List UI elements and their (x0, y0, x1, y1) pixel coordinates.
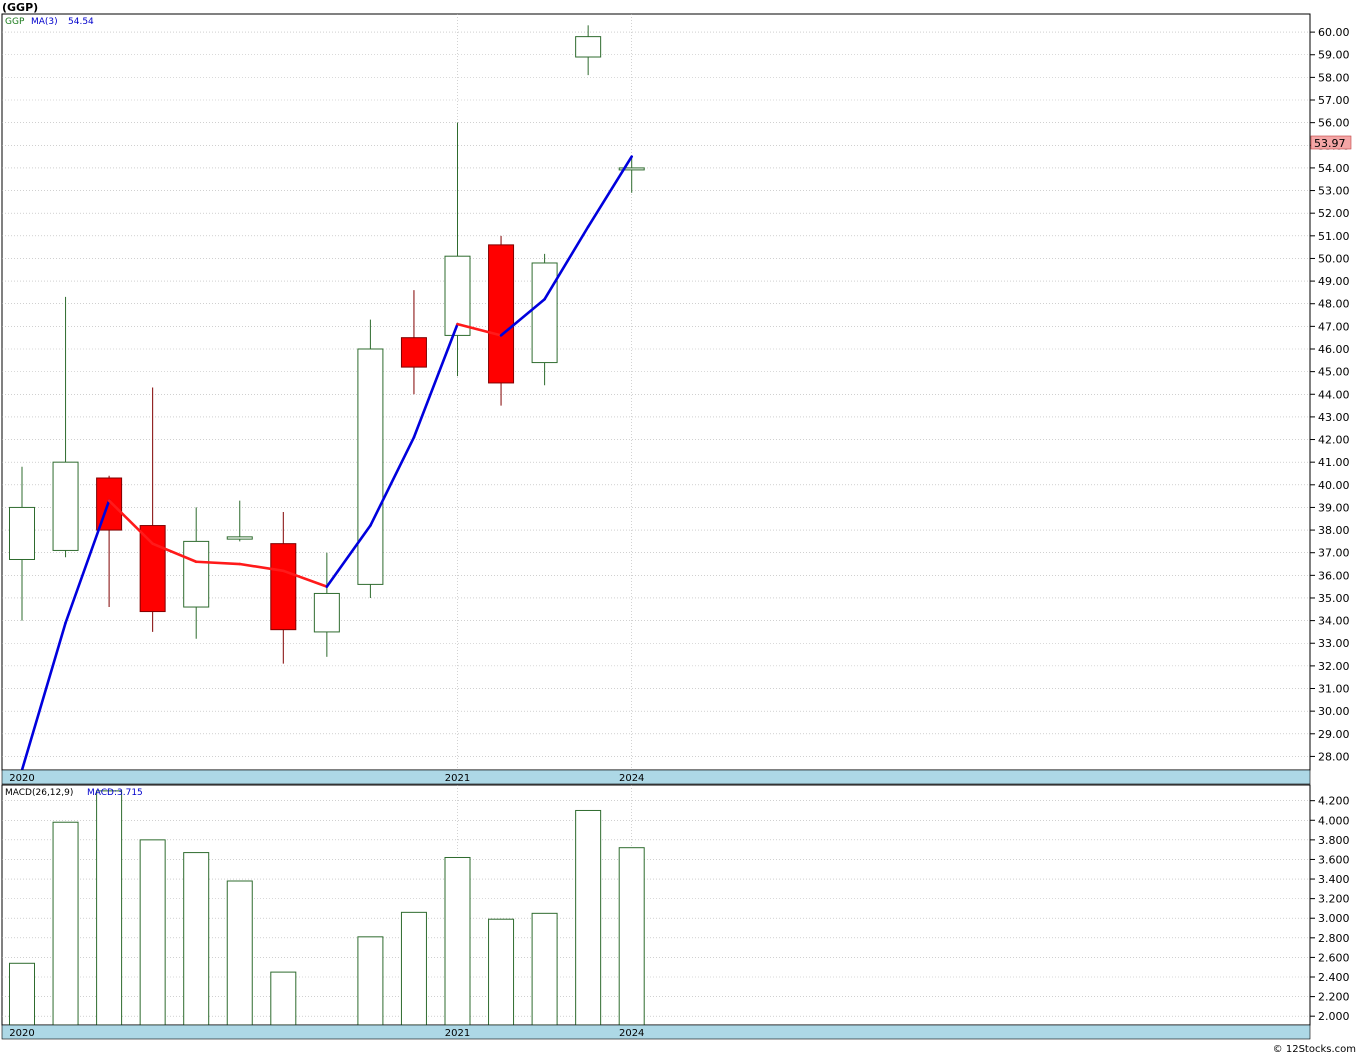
candle-body-up (531, 262, 558, 364)
price-tick-label: 54.00 (1318, 162, 1350, 175)
price-tick-label: 34.00 (1318, 615, 1350, 628)
macd-legend-value: MACD:3.715 (87, 788, 143, 798)
macd-bar (400, 911, 427, 1026)
price-tick-label: 30.00 (1318, 705, 1350, 718)
candle-body-up (357, 348, 384, 585)
legend-symbol: GGP (5, 17, 25, 27)
legend-ma-value: 54.54 (68, 17, 94, 27)
macd-x-label: 2024 (619, 1028, 644, 1039)
chart-title: (GGP) (2, 1, 38, 14)
price-tick-label: 31.00 (1318, 683, 1350, 696)
price-tick-label: 60.00 (1318, 26, 1350, 39)
macd-tick-label: 2.600 (1318, 951, 1350, 964)
macd-tick-label: 2.400 (1318, 971, 1350, 984)
macd-tick-label: 2.000 (1318, 1010, 1350, 1023)
last-price-label: 53.97 (1314, 137, 1346, 150)
macd-tick-label: 2.200 (1318, 991, 1350, 1004)
macd-bar (183, 852, 210, 1026)
candle-body-down (139, 525, 166, 613)
price-x-label: 2024 (619, 773, 644, 784)
candle-body-up (9, 506, 35, 560)
footer-copyright: © 12Stocks.com (1273, 1044, 1356, 1055)
price-tick-label: 42.00 (1318, 434, 1350, 447)
candle-body-up (313, 592, 340, 633)
price-x-axis-band (1, 769, 1311, 785)
macd-bar (226, 880, 253, 1026)
price-tick-label: 51.00 (1318, 230, 1350, 243)
price-tick-label: 41.00 (1318, 456, 1350, 469)
price-tick-label: 58.00 (1318, 71, 1350, 84)
price-x-label: 2021 (445, 773, 470, 784)
macd-bar (444, 856, 471, 1026)
legend-ma-label: MA(3) (31, 17, 58, 27)
macd-bar (9, 962, 35, 1026)
price-tick-label: 49.00 (1318, 275, 1350, 288)
candle-body-down (270, 543, 297, 631)
candle-body-down (400, 337, 427, 368)
candle-body-up (183, 540, 210, 608)
price-x-label: 2020 (9, 773, 34, 784)
macd-tick-label: 3.800 (1318, 834, 1350, 847)
macd-tick-label: 3.400 (1318, 873, 1350, 886)
macd-tick-label: 2.800 (1318, 932, 1350, 945)
macd-x-label: 2021 (445, 1028, 470, 1039)
macd-bar (139, 839, 166, 1026)
macd-bar (270, 971, 297, 1026)
price-tick-label: 56.00 (1318, 117, 1350, 130)
price-tick-label: 40.00 (1318, 479, 1350, 492)
macd-bar (52, 821, 79, 1026)
price-tick-label: 32.00 (1318, 660, 1350, 673)
price-tick-label: 46.00 (1318, 343, 1350, 356)
macd-bar (488, 918, 515, 1026)
price-tick-label: 33.00 (1318, 637, 1350, 650)
price-tick-label: 39.00 (1318, 501, 1350, 514)
macd-tick-label: 4.000 (1318, 814, 1350, 827)
macd-bar (357, 936, 384, 1026)
macd-x-axis-band (1, 1024, 1311, 1040)
macd-tick-label: 4.200 (1318, 795, 1350, 808)
price-tick-label: 43.00 (1318, 411, 1350, 424)
price-tick-label: 35.00 (1318, 592, 1350, 605)
macd-bar (96, 790, 123, 1026)
price-tick-label: 44.00 (1318, 388, 1350, 401)
macd-bar (618, 847, 645, 1026)
price-tick-label: 57.00 (1318, 94, 1350, 107)
price-tick-label: 53.00 (1318, 185, 1350, 198)
macd-bar (575, 809, 602, 1026)
chart-canvas: (GGP) 28.00 29.00 30.00 31.00 32.00 33.00 34.0… (0, 0, 1360, 1056)
macd-tick-label: 3.600 (1318, 853, 1350, 866)
candle-body-up (226, 536, 253, 540)
price-tick-label: 37.00 (1318, 547, 1350, 560)
price-tick-label: 59.00 (1318, 49, 1350, 62)
macd-x-label: 2020 (9, 1028, 34, 1039)
price-tick-label: 48.00 (1318, 298, 1350, 311)
candle-body-up (575, 36, 602, 58)
price-tick-label: 28.00 (1318, 750, 1350, 763)
price-tick-label: 45.00 (1318, 366, 1350, 379)
candle-body-down (488, 244, 515, 384)
macd-tick-label: 3.000 (1318, 912, 1350, 925)
price-tick-label: 50.00 (1318, 252, 1350, 265)
price-tick-label: 38.00 (1318, 524, 1350, 537)
price-tick-label: 36.00 (1318, 569, 1350, 582)
macd-bar (531, 912, 558, 1026)
price-tick-label: 47.00 (1318, 320, 1350, 333)
macd-tick-label: 3.200 (1318, 893, 1350, 906)
price-tick-label: 29.00 (1318, 728, 1350, 741)
candle-body-up (52, 461, 79, 551)
price-tick-label: 52.00 (1318, 207, 1350, 220)
macd-legend-label: MACD(26,12,9) (5, 788, 73, 798)
